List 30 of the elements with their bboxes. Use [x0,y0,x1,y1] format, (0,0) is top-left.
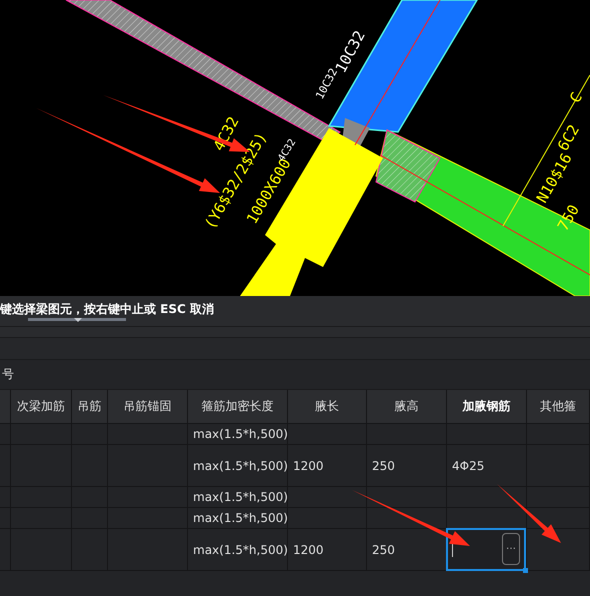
table-cell: max(1.5*h,500) [188,445,288,487]
column-header[interactable]: 其他箍 [527,390,590,424]
scrollbar-thumb[interactable] [28,318,126,321]
table-cell: max(1.5*h,500) [188,424,288,445]
column-header[interactable]: 吊筋 [72,390,108,424]
table-cell [11,424,72,445]
table-cell: max(1.5*h,500) [188,529,288,571]
table-cell [527,487,590,508]
column-header[interactable]: 箍筋加密长度 [188,390,288,424]
drawing-label: 6C2 [554,122,583,154]
table-cell: 1200 [288,445,367,487]
table-cell [0,424,11,445]
panel-label: 号 [1,366,14,383]
status-message: 键选择梁图元，按右键中止或 ESC 取消 [0,301,214,318]
table-cell [527,424,590,445]
column-header[interactable]: 次梁加筋 [11,390,72,424]
column-header[interactable]: 腋长 [288,390,367,424]
drawing-label: 750 [554,202,583,234]
table-cell: 1200 [288,529,367,571]
table-cell: max(1.5*h,500) [188,487,288,508]
drawing-label: C [566,89,586,106]
table-cell [72,424,108,445]
caret-icon[interactable] [74,318,82,322]
column-header[interactable]: 吊筋锚固 [108,390,188,424]
column-header[interactable]: 腋高 [367,390,447,424]
table-cell: 250 [367,445,447,487]
table-cell: max(1.5*h,500) [188,508,288,529]
table-cell: 4Φ25 [447,445,527,487]
column-header[interactable]: 加腋钢筋 [447,390,527,424]
ellipsis-button[interactable]: ··· [502,532,520,564]
